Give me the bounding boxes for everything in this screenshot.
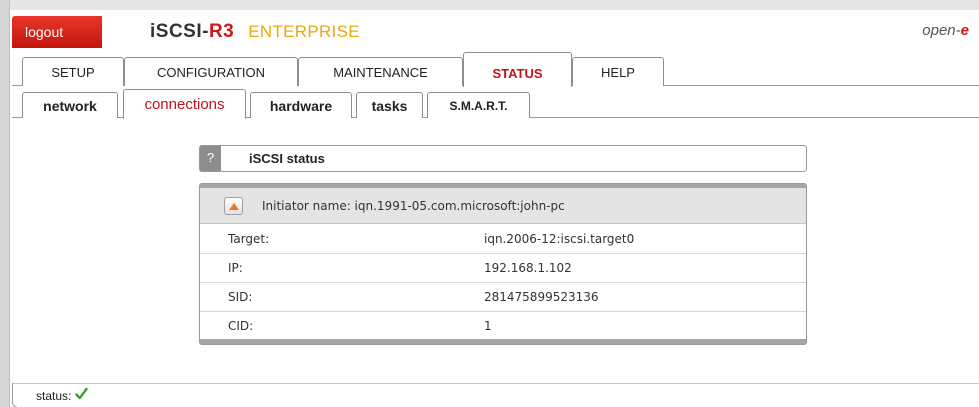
help-button[interactable]: ? bbox=[200, 146, 221, 171]
chevron-up-icon bbox=[229, 203, 239, 210]
detail-label: IP: bbox=[228, 261, 243, 275]
section-title: iSCSI status bbox=[249, 151, 325, 166]
product-logo: iSCSI-R3 ENTERPRISE bbox=[150, 19, 360, 45]
subtab-smart[interactable]: S.M.A.R.T. bbox=[427, 92, 530, 118]
vendor-logo: open-e bbox=[922, 22, 969, 39]
tab-maintenance[interactable]: MAINTENANCE bbox=[298, 57, 463, 86]
sub-tab-bar: network connections hardware tasks S.M.A… bbox=[12, 86, 979, 119]
detail-row-sid: SID: 281475899523136 bbox=[200, 283, 806, 312]
window-top-strip bbox=[0, 0, 979, 10]
initiator-name: Initiator name: iqn.1991-05.com.microsof… bbox=[262, 199, 565, 213]
detail-value: 1 bbox=[484, 319, 492, 333]
detail-value: 192.168.1.102 bbox=[484, 261, 572, 275]
detail-value: iqn.2006-12:iscsi.target0 bbox=[484, 232, 635, 246]
tab-configuration[interactable]: CONFIGURATION bbox=[124, 57, 298, 86]
page: logout iSCSI-R3 ENTERPRISE open-e SETUP C… bbox=[0, 0, 979, 407]
detail-row-target: Target: iqn.2006-12:iscsi.target0 bbox=[200, 225, 806, 254]
detail-label: CID: bbox=[228, 319, 254, 333]
subtab-tasks[interactable]: tasks bbox=[356, 92, 423, 118]
tab-status[interactable]: STATUS bbox=[463, 52, 572, 87]
tab-setup[interactable]: SETUP bbox=[22, 57, 124, 86]
detail-value: 281475899523136 bbox=[484, 290, 599, 304]
tab-help[interactable]: HELP bbox=[572, 57, 664, 86]
subtab-hardware[interactable]: hardware bbox=[250, 92, 352, 118]
status-label: status: bbox=[36, 389, 72, 403]
vendor-suffix: e bbox=[960, 22, 969, 39]
brand-version: R3 bbox=[208, 21, 235, 42]
vendor-prefix: open- bbox=[922, 22, 961, 39]
checkmark-icon bbox=[75, 387, 88, 400]
detail-row-cid: CID: 1 bbox=[200, 312, 806, 341]
subtab-network[interactable]: network bbox=[22, 92, 118, 118]
collapse-button[interactable] bbox=[224, 197, 243, 215]
window-left-strip bbox=[0, 0, 10, 407]
brand-edition: ENTERPRISE bbox=[248, 22, 360, 41]
subtab-connections[interactable]: connections bbox=[123, 89, 246, 119]
connection-panel: Initiator name: iqn.1991-05.com.microsof… bbox=[199, 183, 807, 345]
section-header: ? iSCSI status bbox=[199, 145, 807, 172]
brand-product: iSCSI- bbox=[150, 21, 209, 42]
main-tab-bar: SETUP CONFIGURATION MAINTENANCE STATUS H… bbox=[12, 52, 979, 87]
logout-button[interactable]: logout bbox=[12, 16, 102, 48]
app-header: logout iSCSI-R3 ENTERPRISE open-e bbox=[12, 16, 979, 48]
initiator-row: Initiator name: iqn.1991-05.com.microsof… bbox=[200, 188, 806, 224]
panel-bottom-bar bbox=[200, 339, 806, 344]
detail-label: Target: bbox=[228, 232, 270, 246]
detail-row-ip: IP: 192.168.1.102 bbox=[200, 254, 806, 283]
status-bar-corner bbox=[12, 383, 20, 407]
status-bar: status: bbox=[12, 383, 979, 407]
detail-label: SID: bbox=[228, 290, 253, 304]
